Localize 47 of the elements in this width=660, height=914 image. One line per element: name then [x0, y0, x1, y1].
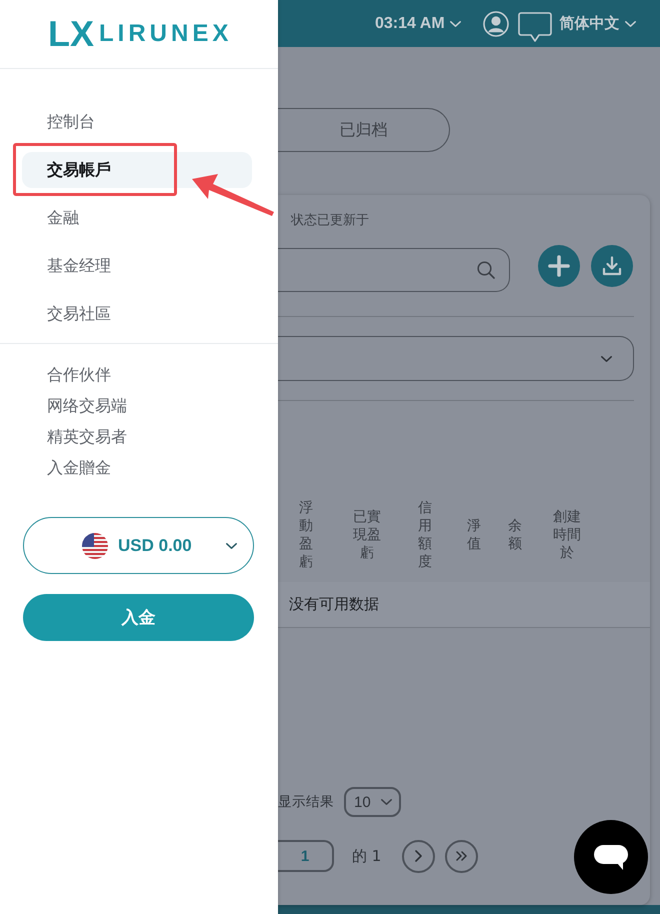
nav-item[interactable]: 基金经理 — [22, 248, 252, 284]
chevron-right-icon — [415, 850, 422, 862]
search-field[interactable] — [278, 248, 510, 292]
logo-text: LIRUNEX — [99, 22, 232, 46]
chevron-down-icon — [601, 356, 612, 362]
nav-item[interactable]: 金融 — [22, 200, 252, 236]
flag-icon — [82, 532, 108, 558]
nav-item[interactable]: 交易社區 — [22, 296, 252, 332]
column-header: 已實現盈虧 — [353, 508, 381, 562]
nav-link[interactable]: 精英交易者 — [47, 421, 127, 452]
tab[interactable]: 已归档 — [278, 108, 450, 152]
column-header: 創建時間於 — [553, 508, 581, 562]
nav-link[interactable]: 合作伙伴 — [47, 359, 111, 390]
empty-table-message: 没有可用数据 — [278, 582, 650, 628]
chevron-down-icon — [226, 542, 237, 548]
language-selector[interactable]: 简体中文 — [560, 14, 636, 33]
currency-selector[interactable]: USD 0.00 — [23, 517, 254, 574]
page-size-label: 显示结果 — [278, 793, 334, 811]
last-page-button[interactable] — [445, 840, 478, 872]
nav-item[interactable]: 控制台 — [22, 104, 252, 140]
speech-bubble-icon — [594, 844, 628, 870]
status-label: 状态已更新于 — [291, 212, 369, 230]
nav-item[interactable]: 交易帳戶 — [22, 152, 252, 188]
chevron-down-icon — [381, 799, 392, 805]
search-icon — [477, 261, 495, 279]
nav-link[interactable]: 网络交易端 — [47, 390, 127, 421]
column-header: 余额 — [508, 517, 522, 553]
column-header: 浮動盈虧 — [299, 499, 313, 571]
plus-icon — [548, 255, 570, 277]
add-button[interactable] — [538, 245, 580, 287]
chevron-down-icon — [624, 20, 636, 26]
user-icon[interactable] — [482, 10, 509, 36]
page-size-select[interactable]: 10 — [344, 787, 401, 817]
logo-mark: LX — [47, 12, 96, 56]
double-chevron-right-icon — [456, 851, 468, 861]
time-selector[interactable]: 03:14 AM — [375, 14, 461, 32]
page-count: 的 1 — [352, 846, 382, 866]
next-page-button[interactable] — [402, 840, 436, 872]
nav-link[interactable]: 入金贈金 — [47, 452, 111, 483]
download-button[interactable] — [591, 245, 633, 287]
deposit-button[interactable]: 入金 — [23, 594, 254, 641]
chat-icon[interactable] — [518, 12, 552, 42]
filter-dropdown[interactable] — [278, 336, 634, 381]
column-header: 信用額度 — [418, 499, 432, 571]
download-icon — [602, 256, 622, 276]
column-header: 淨值 — [467, 517, 481, 553]
chevron-down-icon — [450, 20, 461, 26]
